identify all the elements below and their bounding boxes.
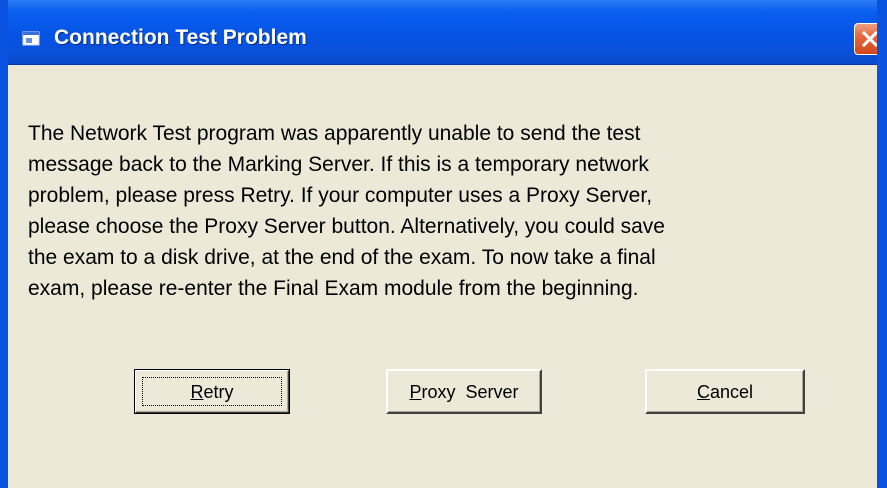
- retry-button[interactable]: Retry: [134, 369, 290, 414]
- cancel-button-label: Cancel: [697, 372, 753, 412]
- message-line: The Network Test program was apparently …: [28, 122, 641, 145]
- proxy-server-button[interactable]: Proxy Server: [386, 369, 542, 414]
- proxy-server-button-label: Proxy Server: [409, 372, 518, 412]
- message-line: exam, please re-enter the Final Exam mod…: [28, 277, 639, 300]
- retry-label-rest: etry: [203, 381, 234, 402]
- message-text: The Network Test program was apparently …: [28, 118, 868, 304]
- cancel-label-rest: ancel: [709, 381, 754, 402]
- window-title: Connection Test Problem: [54, 26, 307, 49]
- message-line: message back to the Marking Server. If t…: [28, 153, 649, 176]
- title-bar[interactable]: Connection Test Problem: [8, 0, 877, 65]
- message-line: the exam to a disk drive, at the end of …: [28, 246, 656, 269]
- dialog-window: Connection Test Problem The Network Test…: [0, 0, 887, 488]
- cancel-button[interactable]: Cancel: [645, 369, 805, 414]
- app-window-icon: [22, 31, 40, 47]
- retry-button-label: Retry: [190, 372, 233, 412]
- retry-mnemonic: R: [190, 381, 204, 402]
- cancel-mnemonic: C: [696, 381, 710, 402]
- close-button[interactable]: [854, 23, 877, 55]
- proxy-mnemonic: P: [409, 381, 422, 402]
- message-line: problem, please press Retry. If your com…: [28, 184, 653, 207]
- message-line: please choose the Proxy Server button. A…: [28, 215, 665, 238]
- proxy-label-rest: roxy Server: [421, 381, 519, 402]
